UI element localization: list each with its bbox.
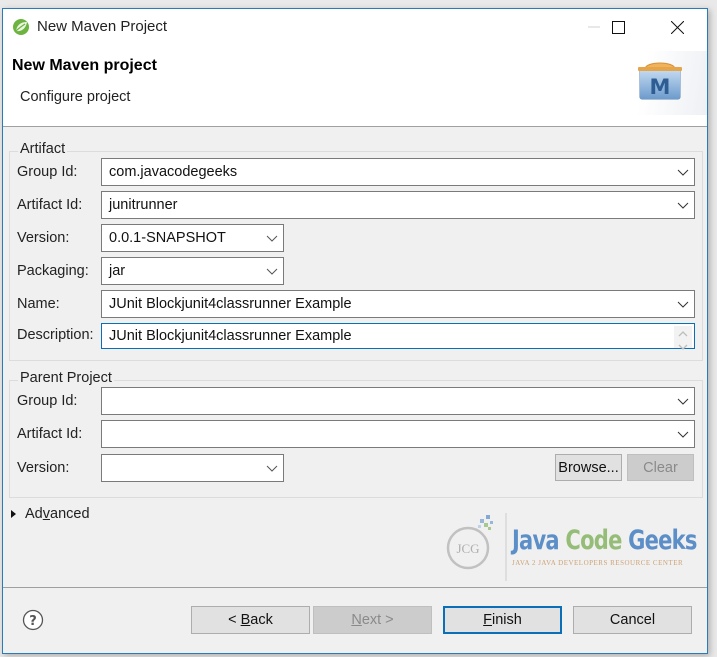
browse-button[interactable]: Browse... — [555, 454, 622, 481]
packaging-combo[interactable]: jar — [101, 257, 284, 285]
scroll-down-icon[interactable] — [674, 342, 692, 353]
back-label-mnemonic: B — [240, 612, 251, 628]
maximize-button[interactable] — [595, 9, 641, 45]
chevron-down-icon[interactable] — [265, 461, 279, 475]
parent-group-id-combo[interactable] — [101, 387, 695, 415]
svg-text:M: M — [650, 75, 671, 99]
back-label-post: ack — [250, 612, 273, 628]
page-subtitle: Configure project — [20, 89, 131, 105]
jcg-word-java: Java — [512, 525, 560, 556]
packaging-value: jar — [109, 263, 126, 279]
jcg-logo-icon: JCG — [446, 513, 507, 581]
parent-group-id-label: Group Id: — [17, 393, 78, 409]
maximize-icon — [611, 20, 625, 34]
next-label-mnemonic: N — [351, 612, 362, 628]
title-bar: New Maven Project — [3, 9, 707, 45]
chevron-down-icon[interactable] — [676, 427, 690, 441]
artifact-id-combo[interactable]: junitrunner — [101, 191, 695, 219]
finish-button[interactable]: Finish — [443, 606, 562, 634]
name-combo[interactable]: JUnit Blockjunit4classrunner Example — [101, 290, 695, 318]
jcg-word-geeks: Geeks — [628, 525, 697, 556]
clear-button[interactable]: Clear — [627, 454, 694, 481]
version-value: 0.0.1-SNAPSHOT — [109, 230, 226, 246]
advanced-toggle[interactable]: Advanced — [11, 506, 90, 522]
description-value: JUnit Blockjunit4classrunner Example — [109, 328, 352, 344]
back-button[interactable]: < Back — [191, 606, 310, 634]
artifact-legend: Artifact — [18, 141, 68, 157]
name-label: Name: — [17, 296, 60, 312]
advanced-label-pre: Ad — [25, 506, 43, 522]
group-id-value: com.javacodegeeks — [109, 164, 238, 180]
spring-leaf-icon — [13, 19, 29, 35]
jcg-title: Java Code Geeks — [512, 525, 697, 556]
jcg-word-code: Code — [565, 525, 622, 556]
jcg-watermark: JCG Java Code Geeks JAVA 2 JAVA DEVELOPE… — [440, 511, 697, 583]
parent-artifact-id-combo[interactable] — [101, 420, 695, 448]
help-icon[interactable]: ? — [22, 609, 44, 631]
jcg-tagline: JAVA 2 JAVA DEVELOPERS RESOURCE CENTER — [512, 559, 684, 567]
version-combo[interactable]: 0.0.1-SNAPSHOT — [101, 224, 284, 252]
svg-text:?: ? — [29, 614, 37, 629]
description-textarea[interactable]: JUnit Blockjunit4classrunner Example — [101, 323, 695, 350]
artifact-id-label: Artifact Id: — [17, 197, 83, 213]
version-label: Version: — [17, 230, 70, 246]
cancel-button[interactable]: Cancel — [573, 606, 692, 634]
advanced-label-mnemonic: v — [42, 506, 50, 522]
back-label-pre: < — [228, 612, 241, 628]
maven-icon: M — [638, 62, 682, 100]
packaging-label: Packaging: — [17, 263, 89, 279]
group-id-label: Group Id: — [17, 164, 78, 180]
finish-label-mnemonic: F — [483, 612, 493, 628]
description-label: Description: — [17, 327, 94, 343]
footer-separator — [3, 587, 707, 588]
artifact-id-value: junitrunner — [109, 197, 178, 213]
wizard-header: New Maven project Configure project M — [3, 45, 707, 127]
group-id-combo[interactable]: com.javacodegeeks — [101, 158, 695, 186]
description-scrollbar[interactable] — [674, 326, 692, 350]
next-button[interactable]: Next > — [313, 606, 432, 634]
parent-version-label: Version: — [17, 460, 70, 476]
advanced-label: Advanced — [25, 506, 90, 522]
window-title: New Maven Project — [37, 18, 168, 35]
close-button[interactable] — [654, 9, 700, 45]
chevron-down-icon[interactable] — [676, 198, 690, 212]
expand-triangle-icon — [11, 510, 16, 518]
new-maven-project-dialog: New Maven Project New Maven project Conf… — [2, 8, 708, 654]
name-value: JUnit Blockjunit4classrunner Example — [109, 296, 352, 312]
parent-artifact-id-label: Artifact Id: — [17, 426, 83, 442]
chevron-down-icon[interactable] — [676, 394, 690, 408]
advanced-label-post: anced — [50, 506, 90, 522]
finish-label-post: inish — [492, 612, 522, 628]
chevron-down-icon[interactable] — [265, 231, 279, 245]
chevron-down-icon[interactable] — [265, 264, 279, 278]
chevron-down-icon[interactable] — [676, 297, 690, 311]
page-title: New Maven project — [12, 57, 157, 74]
chevron-down-icon[interactable] — [676, 165, 690, 179]
parent-project-legend: Parent Project — [18, 370, 114, 386]
jcg-badge-text: JCG — [456, 541, 479, 556]
scroll-up-icon[interactable] — [674, 328, 692, 339]
parent-version-combo[interactable] — [101, 454, 284, 482]
close-icon — [670, 20, 684, 34]
next-label-post: ext > — [361, 612, 394, 628]
